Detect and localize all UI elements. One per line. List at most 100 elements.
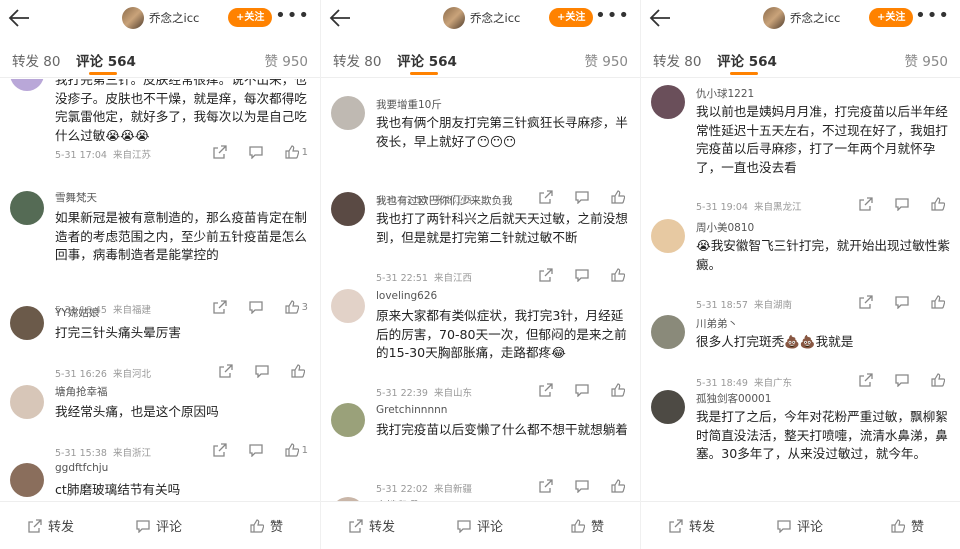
reply-icon[interactable]: [255, 364, 269, 378]
comment-list[interactable]: 仇小球1221 我以前也是姨妈月月准，打完疫苗以后半年经常性延迟十五天左右，不过现…: [641, 79, 960, 501]
more-options-icon[interactable]: •••: [275, 7, 310, 25]
comment-like-button[interactable]: 1: [285, 443, 308, 457]
tab-likes[interactable]: 赞 950: [264, 50, 308, 70]
post-author[interactable]: 乔念之icc: [763, 7, 840, 29]
comment-list[interactable]: 我要增重10斤 我也有俩个朋友打完第三针疯狂长寻麻疹，半夜长，早上就好了😶😶😶 5…: [321, 79, 640, 501]
back-arrow-icon[interactable]: [649, 8, 673, 30]
share-icon[interactable]: [539, 383, 553, 397]
reply-icon[interactable]: [895, 373, 909, 387]
commenter-avatar[interactable]: [10, 79, 44, 91]
post-author[interactable]: 乔念之icc: [443, 7, 520, 29]
author-avatar[interactable]: [763, 7, 785, 29]
comment-like-button[interactable]: [611, 383, 628, 397]
share-icon[interactable]: [539, 190, 553, 204]
like-button[interactable]: 赞: [571, 516, 604, 535]
commenter-avatar[interactable]: [651, 85, 685, 119]
reply-icon[interactable]: [895, 295, 909, 309]
comment-button[interactable]: 评论: [457, 516, 503, 535]
commenter-avatar[interactable]: [10, 191, 44, 225]
commenter-avatar[interactable]: [331, 96, 365, 130]
commenter-avatar[interactable]: [331, 403, 365, 437]
reply-icon[interactable]: [248, 443, 263, 457]
author-name[interactable]: 乔念之icc: [149, 10, 199, 26]
commenter-avatar[interactable]: [331, 289, 365, 323]
author-avatar[interactable]: [443, 7, 465, 29]
comment-label: 评论: [477, 520, 504, 535]
reply-icon[interactable]: [575, 479, 589, 493]
follow-button[interactable]: +关注: [869, 8, 914, 27]
reply-icon[interactable]: [248, 145, 263, 159]
share-icon[interactable]: [859, 295, 873, 309]
comment-like-button[interactable]: [611, 479, 628, 493]
commenter-name[interactable]: loveling626: [376, 290, 437, 302]
comment-like-button[interactable]: [611, 190, 628, 204]
commenter-name[interactable]: 川弟弟丶: [696, 316, 738, 331]
commenter-name[interactable]: YY嫦姑娘: [55, 305, 99, 320]
comment-time: 5-31 22:39: [376, 388, 428, 399]
repost-button[interactable]: 转发: [28, 516, 74, 535]
like-button[interactable]: 赞: [891, 516, 924, 535]
comment-like-button[interactable]: [931, 295, 948, 309]
commenter-avatar[interactable]: [651, 390, 685, 424]
reply-icon[interactable]: [895, 197, 909, 211]
tab-comments[interactable]: 评论 564: [717, 50, 777, 70]
commenter-name[interactable]: 仇小球1221: [696, 86, 754, 101]
tab-likes[interactable]: 赞 950: [584, 50, 628, 70]
share-icon[interactable]: [859, 373, 873, 387]
tab-repost[interactable]: 转发 80: [12, 50, 60, 70]
commenter-name[interactable]: 雪舞梵天: [55, 190, 97, 205]
commenter-avatar[interactable]: [331, 192, 365, 226]
commenter-name[interactable]: 塘角抢幸福: [55, 384, 108, 399]
commenter-name[interactable]: Gretchinnnnn: [376, 404, 447, 416]
comment-list[interactable]: 我打完第三针。皮肤经常很痒。说不出来，也没疹子。皮肤也不干燥，就是痒，每次都得吃…: [0, 79, 320, 501]
author-name[interactable]: 乔念之icc: [470, 10, 520, 26]
tab-repost[interactable]: 转发 80: [653, 50, 701, 70]
author-name[interactable]: 乔念之icc: [790, 10, 840, 26]
comment-like-button[interactable]: 3: [285, 300, 308, 314]
share-icon[interactable]: [539, 268, 553, 282]
comment-like-button[interactable]: [931, 197, 948, 211]
commenter-name[interactable]: ggdftfchju: [55, 462, 108, 474]
share-icon[interactable]: [539, 479, 553, 493]
commenter-name[interactable]: 周小美0810: [696, 220, 754, 235]
more-options-icon[interactable]: •••: [595, 7, 630, 25]
commenter-name[interactable]: 我也有过欧巴你们少来欺负我: [376, 193, 513, 208]
commenter-avatar[interactable]: [10, 385, 44, 419]
repost-button[interactable]: 转发: [669, 516, 715, 535]
commenter-name[interactable]: 我要增重10斤: [376, 97, 442, 112]
tab-comments[interactable]: 评论 564: [397, 50, 457, 70]
comment-location: 来自浙江: [112, 448, 151, 459]
share-icon[interactable]: [859, 197, 873, 211]
share-icon[interactable]: [212, 443, 227, 457]
tab-comments[interactable]: 评论 564: [76, 50, 136, 70]
share-icon[interactable]: [212, 300, 227, 314]
share-icon[interactable]: [219, 364, 233, 378]
tab-likes[interactable]: 赞 950: [904, 50, 948, 70]
post-author[interactable]: 乔念之icc: [122, 7, 199, 29]
commenter-avatar[interactable]: [651, 315, 685, 349]
back-arrow-icon[interactable]: [329, 8, 353, 30]
share-icon[interactable]: [212, 145, 227, 159]
back-arrow-icon[interactable]: [8, 8, 32, 30]
tab-repost[interactable]: 转发 80: [333, 50, 381, 70]
more-options-icon[interactable]: •••: [915, 7, 950, 25]
reply-icon[interactable]: [575, 383, 589, 397]
comment-button[interactable]: 评论: [136, 516, 182, 535]
commenter-avatar[interactable]: [10, 463, 44, 497]
author-avatar[interactable]: [122, 7, 144, 29]
like-button[interactable]: 赞: [250, 516, 283, 535]
repost-button[interactable]: 转发: [349, 516, 395, 535]
follow-button[interactable]: +关注: [228, 8, 273, 27]
comment-like-button[interactable]: 1: [285, 145, 308, 159]
commenter-name[interactable]: 孤独剑客00001: [696, 391, 771, 406]
reply-icon[interactable]: [248, 300, 263, 314]
reply-icon[interactable]: [575, 190, 589, 204]
comment-like-button[interactable]: [931, 373, 948, 387]
follow-button[interactable]: +关注: [549, 8, 594, 27]
reply-icon[interactable]: [575, 268, 589, 282]
comment-like-button[interactable]: [291, 364, 308, 378]
commenter-avatar[interactable]: [651, 219, 685, 253]
comment-button[interactable]: 评论: [777, 516, 823, 535]
comment-like-button[interactable]: [611, 268, 628, 282]
commenter-avatar[interactable]: [10, 306, 44, 340]
